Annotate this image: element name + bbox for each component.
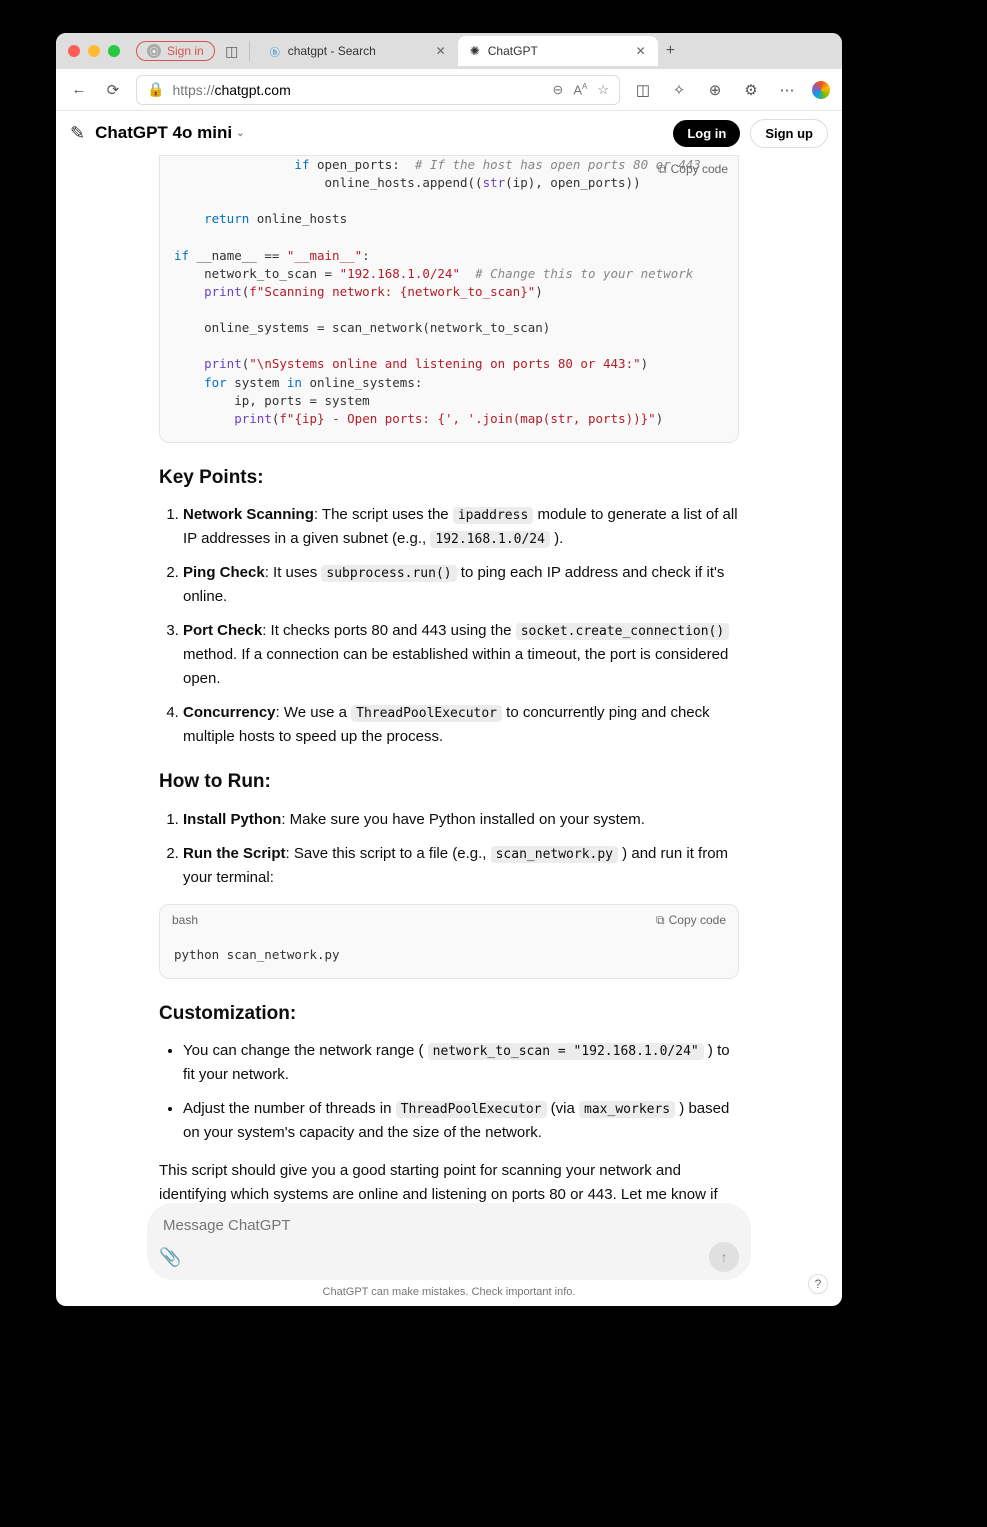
copy-label: Copy code <box>671 160 728 179</box>
lock-icon: 🔒 <box>147 81 164 98</box>
favorite-icon[interactable]: ☆ <box>597 82 609 98</box>
url-proto: https:// <box>172 82 214 98</box>
disclaimer: ChatGPT can make mistakes. Check importa… <box>70 1280 828 1298</box>
code-block-bash: bash ⧉ Copy code python scan_network.py <box>159 904 739 979</box>
how-to-run-list: Install Python: Make sure you have Pytho… <box>159 808 739 890</box>
copy-icon: ⧉ <box>656 911 665 930</box>
copy-code-button[interactable]: ⧉ Copy code <box>658 160 728 179</box>
send-button[interactable]: ↑ <box>709 1242 739 1272</box>
person-icon: ⦿ <box>147 44 161 58</box>
copy-code-button[interactable]: ⧉ Copy code <box>656 911 726 930</box>
customization-list: You can change the network range ( netwo… <box>159 1039 739 1145</box>
tab-chatgpt[interactable]: ✺ ChatGPT ✕ <box>458 36 658 66</box>
favorites-icon[interactable]: ✧ <box>668 79 690 101</box>
url-field[interactable]: 🔒 https://chatgpt.com ⊖ AA ☆ <box>136 75 620 105</box>
app-header: ✎ ChatGPT 4o mini ⌄ Log in Sign up <box>56 111 842 155</box>
url-bar: ← ⟳ 🔒 https://chatgpt.com ⊖ AA ☆ ◫ ✧ ⊕ ⚙… <box>56 69 842 111</box>
browser-window: ⦿ Sign in ◫ ⓑ chatgpt - Search ✕ ✺ ChatG… <box>56 33 842 1306</box>
model-name: ChatGPT 4o mini <box>95 123 232 143</box>
code-body: if open_ports: # If the host has open po… <box>160 156 738 442</box>
collections-icon[interactable]: ⊕ <box>704 79 726 101</box>
extensions-icon[interactable]: ⚙ <box>740 79 762 101</box>
model-selector[interactable]: ChatGPT 4o mini ⌄ <box>95 123 244 143</box>
list-item: Adjust the number of threads in ThreadPo… <box>183 1097 739 1145</box>
bing-icon: ⓑ <box>270 44 280 59</box>
traffic-lights <box>68 45 120 57</box>
back-button[interactable]: ← <box>68 79 90 101</box>
more-icon[interactable]: ⋯ <box>776 79 798 101</box>
heading-how-to-run: How to Run: <box>159 767 739 797</box>
signup-button[interactable]: Sign up <box>750 119 828 148</box>
list-item: Ping Check: It uses subprocess.run() to … <box>183 561 739 609</box>
login-button[interactable]: Log in <box>673 120 740 147</box>
close-tab-icon[interactable]: ✕ <box>636 44 646 58</box>
key-points-list: Network Scanning: The script uses the ip… <box>159 503 739 749</box>
code-lang: bash <box>172 911 198 930</box>
tab-search[interactable]: ⓑ chatgpt - Search ✕ <box>258 36 458 66</box>
list-item: Port Check: It checks ports 80 and 443 u… <box>183 619 739 691</box>
minimize-window-button[interactable] <box>88 45 100 57</box>
chat-content: ⧉ Copy code if open_ports: # If the host… <box>56 155 842 1306</box>
text-size-icon[interactable]: AA <box>573 82 587 98</box>
close-tab-icon[interactable]: ✕ <box>436 44 446 58</box>
attach-icon[interactable]: 📎 <box>159 1247 181 1268</box>
list-item: You can change the network range ( netwo… <box>183 1039 739 1087</box>
copilot-icon[interactable] <box>812 81 830 99</box>
heading-customization: Customization: <box>159 999 739 1029</box>
tab-title: ChatGPT <box>488 44 538 58</box>
zoom-icon[interactable]: ⊖ <box>552 82 563 98</box>
signin-label: Sign in <box>167 44 204 58</box>
list-item: Run the Script: Save this script to a fi… <box>183 842 739 890</box>
composer-area: 📎 ↑ ChatGPT can make mistakes. Check imp… <box>56 1203 842 1306</box>
url-domain: chatgpt.com <box>214 82 290 98</box>
help-button[interactable]: ? <box>808 1274 828 1294</box>
list-item: Network Scanning: The script uses the ip… <box>183 503 739 551</box>
tab-separator <box>249 41 250 61</box>
copy-label: Copy code <box>669 911 726 930</box>
refresh-button[interactable]: ⟳ <box>102 79 124 101</box>
composer: 📎 ↑ <box>147 1203 751 1280</box>
code-block-python: ⧉ Copy code if open_ports: # If the host… <box>159 155 739 443</box>
close-window-button[interactable] <box>68 45 80 57</box>
titlebar: ⦿ Sign in ◫ ⓑ chatgpt - Search ✕ ✺ ChatG… <box>56 33 842 69</box>
tabstrip: ⓑ chatgpt - Search ✕ ✺ ChatGPT ✕ + <box>258 36 830 66</box>
new-tab-button[interactable]: + <box>658 42 683 60</box>
list-item: Concurrency: We use a ThreadPoolExecutor… <box>183 701 739 749</box>
message-input[interactable] <box>159 1213 739 1242</box>
maximize-window-button[interactable] <box>108 45 120 57</box>
new-chat-icon[interactable]: ✎ <box>70 123 85 144</box>
code-body: python scan_network.py <box>160 936 738 978</box>
copy-icon: ⧉ <box>658 160 667 179</box>
assistant-message: ⧉ Copy code if open_ports: # If the host… <box>159 155 739 1271</box>
chatgpt-icon: ✺ <box>470 44 480 58</box>
chevron-down-icon: ⌄ <box>236 128 244 139</box>
split-screen-icon[interactable]: ◫ <box>632 79 654 101</box>
tab-title: chatgpt - Search <box>288 44 376 58</box>
sidebar-toggle-icon[interactable]: ◫ <box>223 42 241 60</box>
list-item: Install Python: Make sure you have Pytho… <box>183 808 739 832</box>
heading-key-points: Key Points: <box>159 463 739 493</box>
browser-signin-button[interactable]: ⦿ Sign in <box>136 41 215 61</box>
